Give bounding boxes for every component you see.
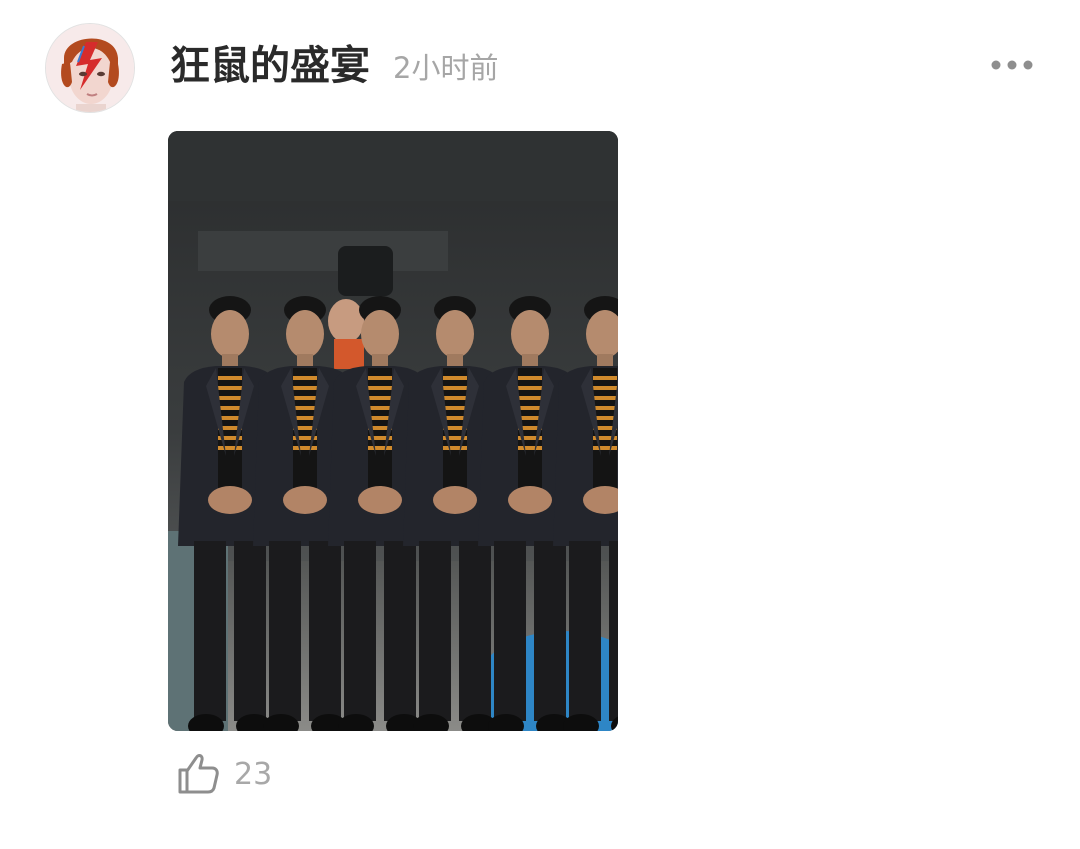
like-count: 23 — [234, 757, 273, 792]
like-button[interactable] — [172, 748, 222, 798]
author-avatar[interactable] — [45, 23, 135, 113]
thumbs-up-icon — [178, 754, 219, 794]
avatar-image — [46, 24, 134, 112]
more-options-button[interactable] — [982, 48, 1042, 82]
post-time: 2小时前 — [393, 51, 499, 85]
more-dots-icon — [991, 60, 1033, 70]
post-photo-graphic — [168, 131, 618, 731]
author-name[interactable]: 狂鼠的盛宴 — [170, 40, 370, 92]
post-photo[interactable] — [168, 131, 618, 731]
